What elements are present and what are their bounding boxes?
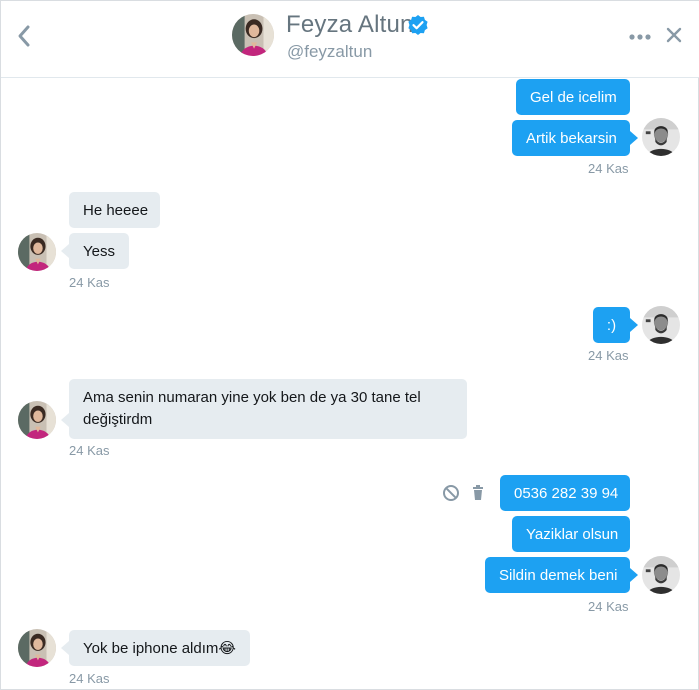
header-avatar[interactable] <box>232 14 274 56</box>
message-timestamp: 24 Kas <box>588 348 629 363</box>
my-avatar[interactable] <box>642 118 680 156</box>
bubble-tail <box>630 318 638 332</box>
contact-avatar[interactable] <box>18 233 56 271</box>
close-icon[interactable] <box>665 26 683 44</box>
message-text: Yok be iphone aldım <box>83 640 219 657</box>
block-icon[interactable] <box>442 484 460 502</box>
bubble-tail <box>61 413 69 427</box>
message-timestamp: 24 Kas <box>69 671 110 686</box>
my-avatar[interactable] <box>642 306 680 344</box>
outgoing-message[interactable]: Sildin demek beni <box>485 557 630 593</box>
outgoing-message[interactable]: 0536 282 39 94 <box>500 475 630 511</box>
contact-avatar[interactable] <box>18 401 56 439</box>
message-timestamp: 24 Kas <box>69 275 110 290</box>
contact-handle[interactable]: @feyzaltun <box>287 42 372 62</box>
message-line: değiştirdm <box>83 411 153 428</box>
outgoing-message[interactable]: :) <box>593 307 630 343</box>
message-timestamp: 24 Kas <box>588 599 629 614</box>
message-timestamp: 24 Kas <box>588 161 629 176</box>
bubble-tail <box>61 244 69 258</box>
contact-avatar[interactable] <box>18 629 56 667</box>
incoming-message[interactable]: Yok be iphone aldım😂 <box>69 630 250 666</box>
outgoing-message[interactable]: Yaziklar olsun <box>512 516 630 552</box>
conversation-header: Feyza Altun @feyzaltun <box>1 1 699 78</box>
chevron-left-icon[interactable] <box>15 23 33 49</box>
outgoing-message[interactable]: Gel de icelim <box>516 79 630 115</box>
trash-icon[interactable] <box>469 484 487 502</box>
message-line: Ama senin numaran yine yok ben de ya 30 … <box>83 389 421 406</box>
verified-badge-icon <box>408 15 428 35</box>
dm-conversation-panel: Feyza Altun @feyzaltun Gel de icelim Art… <box>0 0 699 690</box>
my-avatar[interactable] <box>642 556 680 594</box>
outgoing-message[interactable]: Artik bekarsin <box>512 120 630 156</box>
incoming-message[interactable]: Ama senin numaran yine yok ben de ya 30 … <box>69 379 467 439</box>
bubble-tail <box>61 641 69 655</box>
message-timestamp: 24 Kas <box>69 443 110 458</box>
incoming-message[interactable]: Yess <box>69 233 129 269</box>
more-dots-icon[interactable] <box>628 25 652 49</box>
bubble-tail <box>630 131 638 145</box>
contact-name[interactable]: Feyza Altun <box>286 11 414 39</box>
laughing-tears-emoji: 😂 <box>218 640 236 657</box>
incoming-message[interactable]: He heeee <box>69 192 160 228</box>
bubble-tail <box>630 568 638 582</box>
